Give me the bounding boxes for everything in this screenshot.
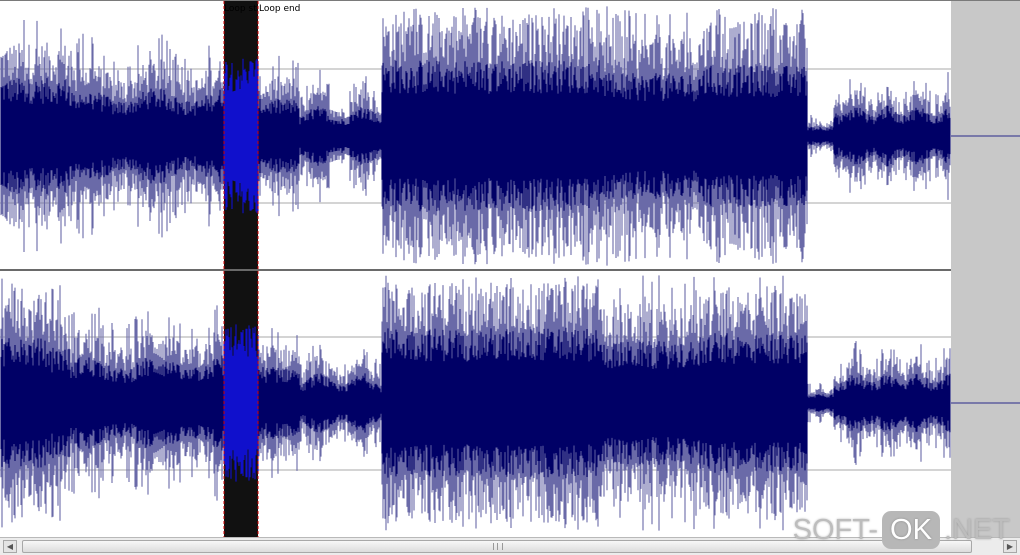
- channel-2-waveform[interactable]: [0, 275, 951, 531]
- loop-start-label[interactable]: Loop st: [224, 4, 257, 15]
- channel-1-waveform[interactable]: [0, 6, 951, 266]
- watermark: SOFT- OK .NET: [793, 511, 1010, 549]
- grip-icon: [493, 543, 503, 550]
- waveform-editor[interactable]: Loop st Loop end: [0, 0, 1020, 537]
- selected-waveform: [223, 324, 259, 482]
- watermark-left-text: SOFT-: [792, 513, 879, 546]
- waveform-canvas[interactable]: [0, 1, 1020, 537]
- watermark-badge: OK: [882, 511, 940, 549]
- watermark-right-text: .NET: [943, 513, 1010, 546]
- loop-end-label[interactable]: Loop end: [259, 4, 300, 15]
- scroll-left-arrow-icon[interactable]: ◀: [3, 540, 17, 553]
- out-of-range-area: [951, 1, 1020, 537]
